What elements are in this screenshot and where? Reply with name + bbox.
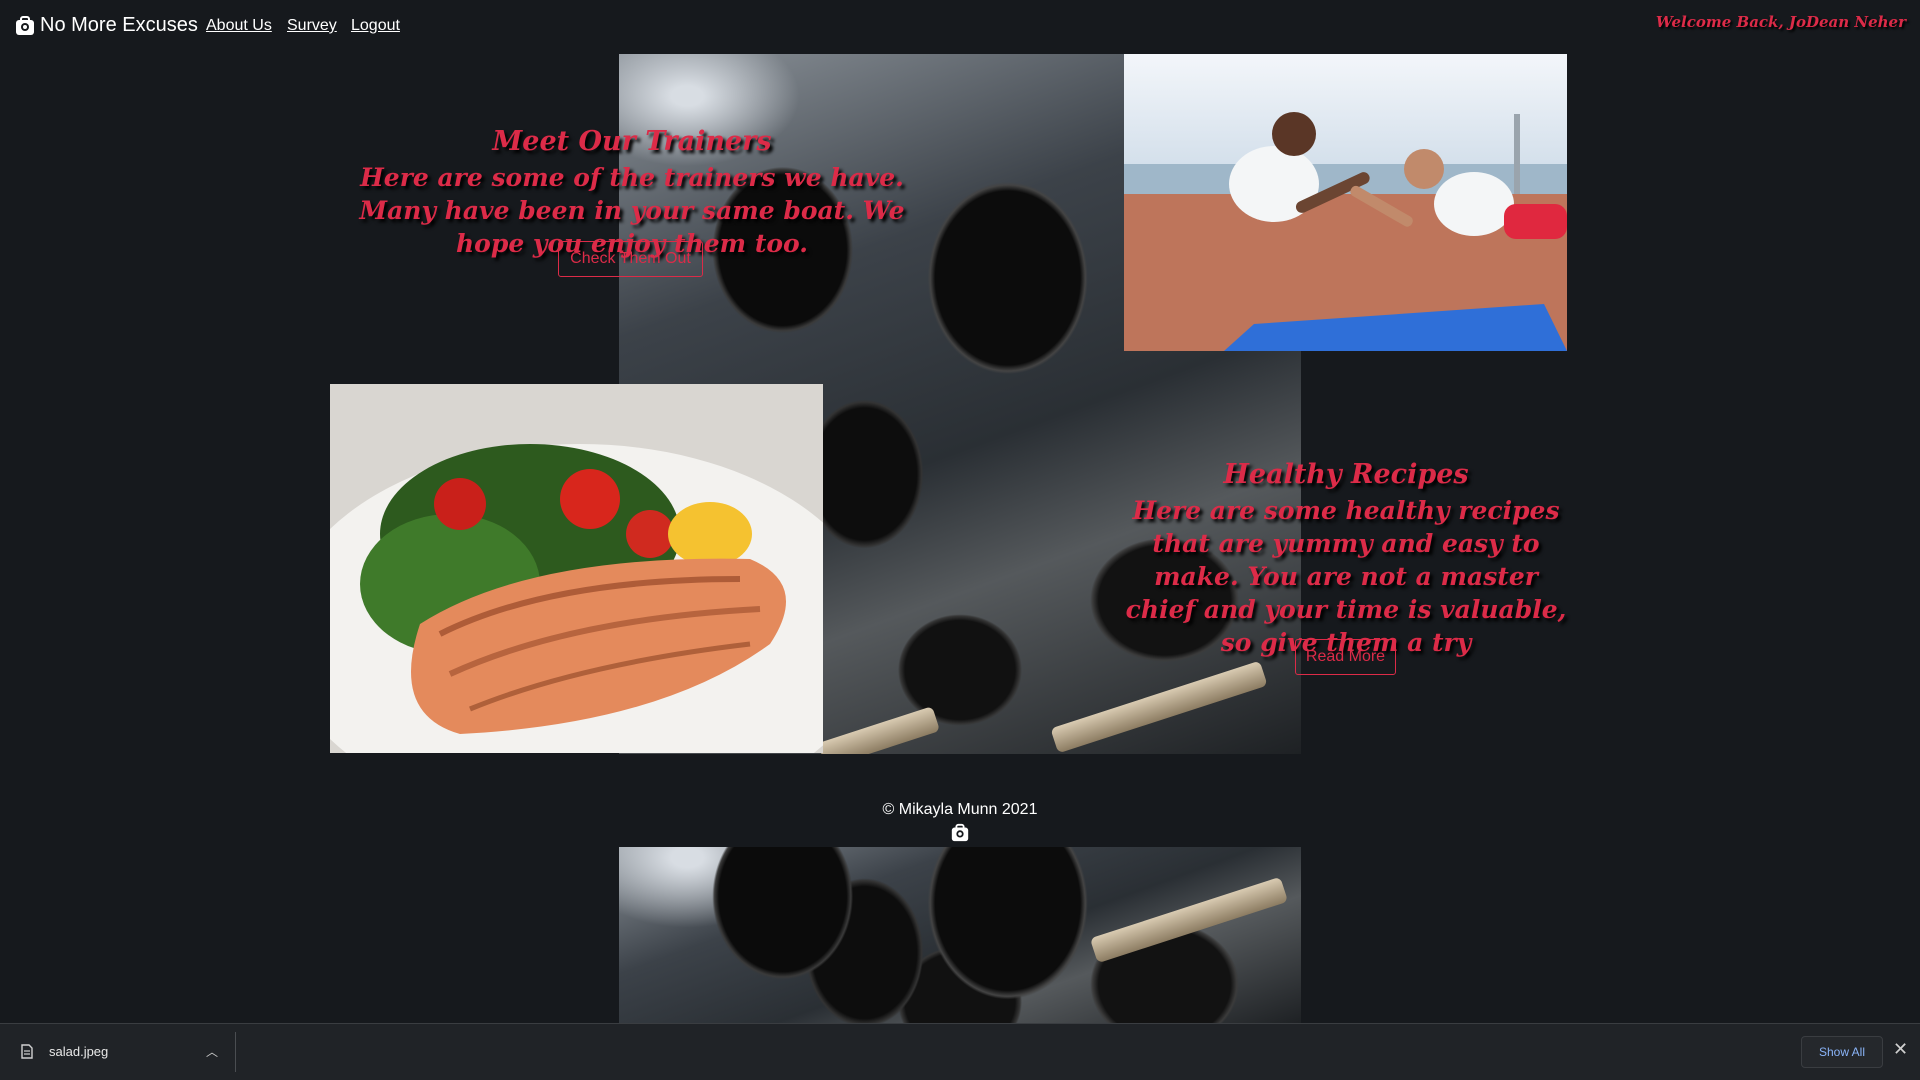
page: No More Excuses About Us Survey Logout W… xyxy=(0,0,1920,1080)
trainers-title: Meet Our Trainers xyxy=(492,126,772,157)
nav-link-logout[interactable]: Logout xyxy=(351,17,400,35)
welcome-message: Welcome Back, JoDean Neher xyxy=(1655,13,1906,31)
chevron-up-icon[interactable]: ︿ xyxy=(206,1043,218,1060)
read-more-button[interactable]: Read More xyxy=(1295,639,1396,675)
recipes-title: Healthy Recipes xyxy=(1223,459,1469,490)
dumbbell-footer-image xyxy=(619,847,1301,1023)
recipes-section: Healthy Recipes Here are some healthy re… xyxy=(1120,456,1572,659)
download-bar: salad.jpeg ︿ Show All ✕ xyxy=(0,1023,1920,1080)
trainers-image xyxy=(1124,54,1567,351)
brand[interactable]: No More Excuses xyxy=(14,14,198,37)
nav-link-survey[interactable]: Survey xyxy=(287,17,337,35)
navbar: No More Excuses About Us Survey Logout W… xyxy=(0,0,1920,54)
show-all-button[interactable]: Show All xyxy=(1801,1036,1883,1068)
trainers-section: Meet Our Trainers Here are some of the t… xyxy=(326,123,938,260)
salmon-salad-image xyxy=(330,384,823,753)
footer-logo-icon xyxy=(951,823,969,842)
download-filename[interactable]: salad.jpeg xyxy=(49,1044,108,1059)
brand-logo-icon xyxy=(16,15,34,35)
recipes-description: Here are some healthy recipes that are y… xyxy=(1125,496,1567,657)
nav-link-about-us[interactable]: About Us xyxy=(206,17,272,35)
download-divider xyxy=(235,1032,236,1072)
check-them-out-button[interactable]: Check Them Out xyxy=(558,241,703,277)
close-icon[interactable]: ✕ xyxy=(1893,1039,1908,1060)
footer-copyright: © Mikayla Munn 2021 xyxy=(882,801,1038,818)
file-icon xyxy=(21,1044,33,1059)
brand-name: No More Excuses xyxy=(40,14,198,36)
